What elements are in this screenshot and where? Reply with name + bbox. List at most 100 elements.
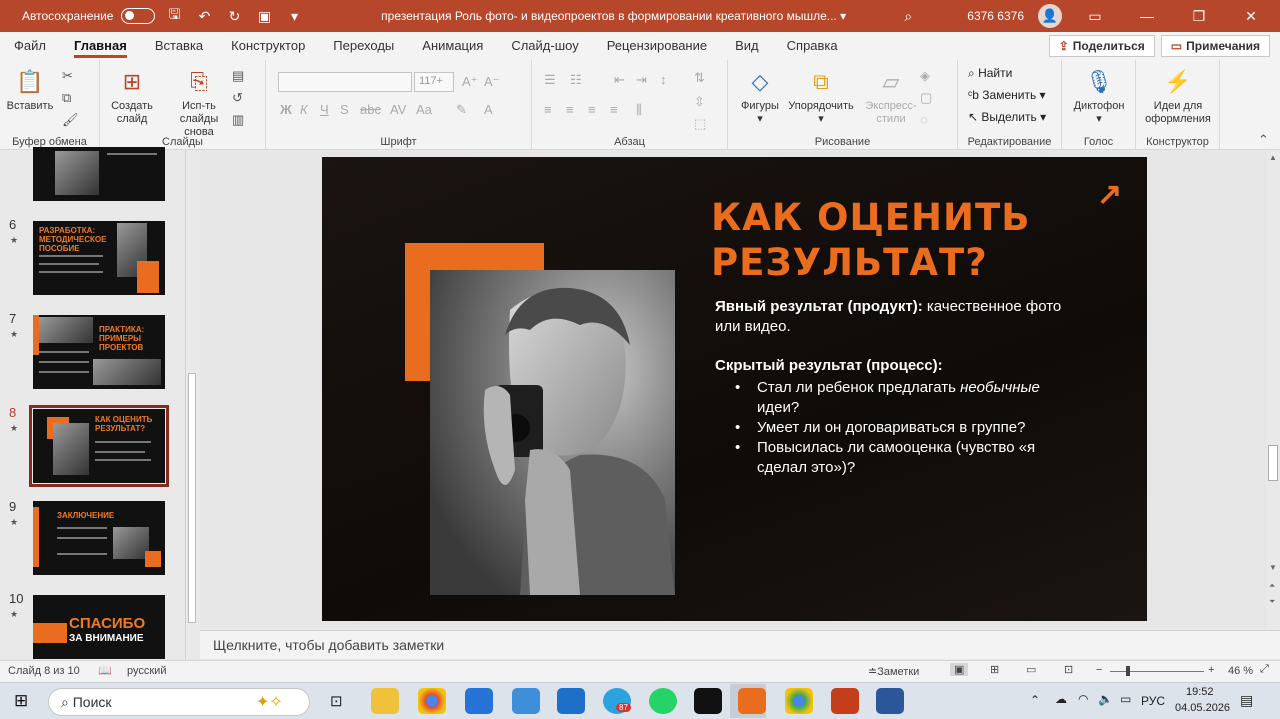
layout-icon[interactable]: ▤ <box>232 68 244 84</box>
volume-icon[interactable]: 🔈 <box>1098 692 1113 706</box>
whatsapp-icon[interactable] <box>649 688 677 714</box>
tab-file[interactable]: Файл <box>0 32 60 60</box>
redo-icon[interactable]: ↻ <box>223 8 245 25</box>
input-language[interactable]: РУС <box>1141 694 1165 708</box>
smartart-icon[interactable]: ⬚ <box>694 116 706 132</box>
shape-outline-icon[interactable]: ▢ <box>920 90 932 106</box>
decrease-indent-icon[interactable]: ⇤ <box>614 72 625 88</box>
tab-view[interactable]: Вид <box>721 32 773 60</box>
tab-review[interactable]: Рецензирование <box>593 32 721 60</box>
scrollbar-thumb[interactable] <box>188 373 196 623</box>
font-color-icon[interactable]: A <box>484 102 493 117</box>
reading-view-icon[interactable]: ▭ <box>1026 663 1036 676</box>
save-icon[interactable]: 🖫 <box>163 4 185 28</box>
spelling-icon[interactable]: 📖 <box>98 664 112 677</box>
user-name[interactable]: 6376 6376 <box>967 9 1024 23</box>
align-center-icon[interactable]: ≡ <box>566 102 574 117</box>
format-painter-icon[interactable]: 🖌 <box>62 112 79 128</box>
app-icon[interactable] <box>694 688 722 714</box>
collapse-ribbon-icon[interactable]: ⌃ <box>1258 132 1269 148</box>
tab-animations[interactable]: Анимация <box>408 32 497 60</box>
previous-slide-icon[interactable]: ⏶ <box>1269 581 1275 591</box>
justify-icon[interactable]: ≡ <box>610 102 618 117</box>
present-icon[interactable]: ▣ <box>253 8 275 25</box>
font-name-box[interactable] <box>278 72 412 92</box>
arrange-button[interactable]: ⧉ Упорядочить ▾ <box>784 66 858 126</box>
reuse-slides-button[interactable]: ⎘ Исп-ть слайды снова <box>164 66 234 139</box>
font-size-box[interactable]: 117+ <box>414 72 454 92</box>
slide-title[interactable]: КАК ОЦЕНИТЬ РЕЗУЛЬТАТ? <box>711 195 1071 285</box>
bold-icon[interactable]: Ж <box>280 102 292 117</box>
tab-help[interactable]: Справка <box>773 32 852 60</box>
slide-thumbnail-6[interactable]: РАЗРАБОТКА: МЕТОДИЧЕСКОЕ ПОСОБИЕ <box>33 221 165 295</box>
numbering-icon[interactable]: ☷ <box>570 72 582 88</box>
tab-home[interactable]: Главная <box>60 32 141 60</box>
select-button[interactable]: ↖ Выделить ▾ <box>968 110 1046 124</box>
cut-icon[interactable]: ✂ <box>62 68 73 84</box>
store-icon[interactable] <box>465 688 493 714</box>
chrome-profile-icon[interactable] <box>785 688 813 714</box>
slide-thumbnail-5[interactable] <box>33 147 165 201</box>
columns-icon[interactable]: ⫼ <box>636 102 642 118</box>
tab-design[interactable]: Конструктор <box>217 32 319 60</box>
notifications-icon[interactable]: ▤ <box>1240 692 1253 709</box>
slide-canvas[interactable]: КАК ОЦЕНИТЬ РЕЗУЛЬТАТ? ↗ Явный результат… <box>322 157 1147 621</box>
clock-date[interactable]: 04.05.2026 <box>1175 702 1230 714</box>
designer-button[interactable]: ⚡ Идеи для оформления <box>1140 66 1216 126</box>
spacing-icon[interactable]: AV <box>390 102 406 117</box>
tab-insert[interactable]: Вставка <box>141 32 217 60</box>
clock-time[interactable]: 19:52 <box>1186 686 1214 698</box>
fit-slide-icon[interactable]: ⤢ <box>1260 663 1269 676</box>
section-icon[interactable]: ▥ <box>232 112 244 128</box>
wifi-icon[interactable]: ◠ <box>1078 692 1088 706</box>
presentation-app-icon[interactable] <box>738 688 766 714</box>
shape-fill-icon[interactable]: ◈ <box>920 68 930 84</box>
shadow-icon[interactable]: S <box>340 102 349 117</box>
strikethrough-icon[interactable]: abc <box>360 102 381 117</box>
zoom-slider-handle[interactable] <box>1126 666 1130 676</box>
customize-qat-icon[interactable]: ▾ <box>283 8 305 25</box>
shrink-font-icon[interactable]: A⁻ <box>484 74 500 90</box>
zoom-in-icon[interactable]: + <box>1208 664 1214 676</box>
underline-icon[interactable]: Ч <box>320 102 329 117</box>
increase-indent-icon[interactable]: ⇥ <box>636 72 647 88</box>
powerpoint-icon[interactable] <box>831 688 859 714</box>
slide-body-text[interactable]: Явный результат (продукт): качественное … <box>715 297 1065 478</box>
text-direction-icon[interactable]: ⇅ <box>694 70 705 86</box>
zoom-level[interactable]: 46 % <box>1228 665 1253 677</box>
search-icon[interactable]: ⌕ <box>897 8 919 25</box>
normal-view-icon[interactable]: ▣ <box>950 663 969 676</box>
italic-icon[interactable]: К <box>300 102 308 117</box>
undo-icon[interactable]: ↶ <box>193 8 215 25</box>
battery-icon[interactable]: ▭ <box>1120 692 1131 706</box>
slide-thumbnail-8-selected[interactable]: КАК ОЦЕНИТЬ РЕЗУЛЬТАТ? <box>29 405 169 487</box>
highlight-icon[interactable]: ✎ <box>456 102 467 118</box>
align-left-icon[interactable]: ≡ <box>544 102 552 117</box>
dictate-button[interactable]: 🎙 Диктофон ▾ <box>1066 66 1132 126</box>
shapes-button[interactable]: ◇ Фигуры ▾ <box>736 66 784 126</box>
tab-slideshow[interactable]: Слайд-шоу <box>497 32 592 60</box>
comments-button[interactable]: ▭ Примечания <box>1160 35 1270 57</box>
task-view-icon[interactable]: ⊡ <box>330 692 343 710</box>
thumbnails-scrollbar[interactable] <box>185 151 198 659</box>
thumbnail-row[interactable]: 10 ★ СПАСИБО ЗА ВНИМАНИЕ <box>0 591 185 659</box>
slideshow-icon[interactable]: ⊡ <box>1064 663 1073 676</box>
restore-button[interactable]: ❐ <box>1180 8 1218 25</box>
shape-effects-icon[interactable]: ◌ <box>920 112 928 127</box>
scroll-down-icon[interactable]: ▼ <box>1269 563 1277 572</box>
tray-arrow-icon[interactable]: ⌃ <box>1030 693 1040 707</box>
copy-icon[interactable]: ⧉ <box>62 90 71 106</box>
new-slide-button[interactable]: ⊞ Создать слайд <box>104 66 160 126</box>
case-icon[interactable]: Aa <box>416 102 432 117</box>
language-indicator[interactable]: русский <box>127 665 166 677</box>
chrome-icon[interactable] <box>418 688 446 714</box>
copilot-sparkle-icon[interactable]: ✦✧ <box>256 692 283 712</box>
avatar[interactable]: 👤 <box>1038 4 1062 28</box>
thumbnail-row[interactable]: 7 ★ ПРАКТИКА: ПРИМЕРЫ ПРОЕКТОВ <box>0 311 185 391</box>
thumbnail-row[interactable]: 8 ★ КАК ОЦЕНИТЬ РЕЗУЛЬТАТ? <box>0 405 185 487</box>
find-button[interactable]: ⌕ Найти <box>968 66 1012 81</box>
word-icon[interactable] <box>876 688 904 714</box>
tab-transitions[interactable]: Переходы <box>319 32 408 60</box>
align-right-icon[interactable]: ≡ <box>588 102 596 117</box>
grow-font-icon[interactable]: A⁺ <box>462 74 478 90</box>
